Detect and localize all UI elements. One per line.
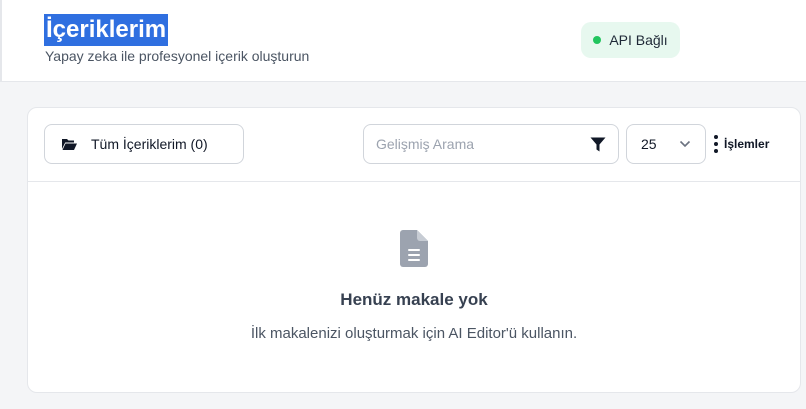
empty-state-message: İlk makalenizi oluşturmak için AI Editor…: [250, 325, 578, 342]
chevron-down-icon: [679, 140, 691, 148]
kebab-menu-icon: [714, 135, 718, 153]
actions-menu-button[interactable]: İşlemler: [714, 134, 769, 154]
per-page-value: 25: [641, 136, 657, 152]
contents-card: Tüm İçeriklerim (0) 25 İşlemler: [27, 107, 801, 393]
per-page-select[interactable]: 25: [626, 124, 706, 164]
advanced-search-input[interactable]: [376, 136, 590, 152]
page-header: İçeriklerim Yapay zeka ile profesyonel i…: [0, 0, 806, 82]
api-status-badge: API Bağlı: [581, 22, 680, 58]
folder-open-icon: [62, 139, 77, 150]
api-status-label: API Bağlı: [609, 32, 668, 48]
empty-state-title: Henüz makale yok: [340, 290, 488, 309]
advanced-search: [363, 124, 619, 164]
filter-icon[interactable]: [590, 137, 606, 152]
page-subtitle: Yapay zeka ile profesyonel içerik oluştu…: [45, 48, 310, 64]
actions-label: İşlemler: [724, 137, 770, 151]
contents-toolbar: Tüm İçeriklerim (0) 25 İşlemler: [28, 108, 800, 182]
empty-state: Henüz makale yok İlk makalenizi oluşturm…: [28, 182, 800, 392]
page-title: İçeriklerim: [44, 14, 169, 46]
status-dot-icon: [593, 36, 602, 44]
document-icon: [400, 230, 428, 267]
all-contents-button[interactable]: Tüm İçeriklerim (0): [44, 124, 244, 164]
all-contents-label: Tüm İçeriklerim (0): [91, 136, 208, 152]
